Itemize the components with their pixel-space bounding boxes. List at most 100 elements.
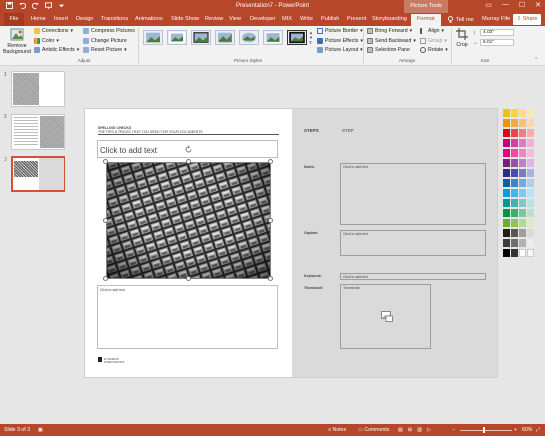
keywords-field[interactable]: Click to add text (340, 273, 486, 280)
picture-style-4[interactable] (215, 30, 235, 45)
group-button[interactable]: Group ▾ (420, 38, 447, 44)
tell-me-box[interactable]: Tell me (447, 16, 474, 23)
close-button[interactable]: ✕ (535, 1, 541, 9)
color-swatch[interactable] (511, 229, 518, 237)
color-swatch[interactable] (503, 199, 510, 207)
resize-handle[interactable] (103, 159, 108, 164)
corrections-button[interactable]: Corrections ▾ (34, 28, 73, 34)
zoom-out-button[interactable]: − (452, 427, 455, 433)
resize-handle[interactable] (186, 159, 191, 164)
body-placeholder[interactable]: Click to add text (97, 285, 278, 349)
color-swatch[interactable] (527, 119, 534, 127)
picture-style-2[interactable] (167, 30, 187, 45)
color-swatch[interactable] (527, 139, 534, 147)
color-swatch[interactable] (519, 119, 526, 127)
color-swatch[interactable] (503, 209, 510, 217)
zoom-in-button[interactable]: + (514, 427, 517, 433)
picture-style-3[interactable] (191, 30, 211, 45)
tab-transitions[interactable]: Transitions (101, 16, 128, 22)
tab-storyboarding[interactable]: Storyboarding (372, 16, 407, 22)
tab-design[interactable]: Design (76, 16, 93, 22)
change-picture-button[interactable]: Change Picture (83, 38, 127, 44)
height-input[interactable]: 4.03" (480, 29, 514, 36)
color-swatch[interactable] (503, 159, 510, 167)
send-backward-button[interactable]: Send Backward ▾ (367, 38, 416, 44)
color-swatch[interactable] (527, 199, 534, 207)
color-swatch[interactable] (527, 209, 534, 217)
color-swatch[interactable] (527, 229, 534, 237)
color-swatch[interactable] (511, 119, 518, 127)
color-swatch[interactable] (511, 129, 518, 137)
color-swatch[interactable] (503, 249, 510, 257)
color-swatch[interactable] (503, 229, 510, 237)
normal-view-icon[interactable]: ▤ (398, 427, 408, 433)
color-swatch[interactable] (503, 139, 510, 147)
color-swatch[interactable] (511, 179, 518, 187)
zoom-slider-thumb[interactable] (483, 427, 485, 433)
minimize-button[interactable]: — (502, 1, 509, 9)
color-swatch[interactable] (503, 149, 510, 157)
resize-handle[interactable] (186, 276, 191, 281)
color-swatch[interactable] (511, 109, 518, 117)
color-swatch[interactable] (519, 149, 526, 157)
picture-style-1[interactable] (143, 30, 163, 45)
spelling-icon[interactable]: ▣ (38, 427, 43, 433)
resize-handle[interactable] (268, 218, 273, 223)
reading-view-icon[interactable]: ▥ (417, 427, 427, 433)
remove-background-button[interactable]: Remove Background (3, 28, 31, 55)
zoom-level[interactable]: 60% (522, 427, 532, 433)
color-swatch[interactable] (527, 249, 534, 257)
bring-forward-button[interactable]: Bring Forward ▾ (367, 28, 412, 34)
thumbnail-field[interactable]: Thumbnail (340, 284, 431, 349)
resize-handle[interactable] (103, 218, 108, 223)
slide-sorter-icon[interactable]: ⊞ (408, 427, 417, 433)
collapse-ribbon-icon[interactable]: ⌃ (534, 57, 538, 63)
tab-file[interactable]: File (4, 13, 24, 26)
color-swatch[interactable] (527, 129, 534, 137)
user-name[interactable]: Murray Fife (482, 16, 510, 22)
tab-publish[interactable]: Publish (321, 16, 339, 22)
compress-pictures-button[interactable]: Compress Pictures (83, 28, 135, 34)
slide-thumbnail-3[interactable] (11, 156, 65, 192)
resize-handle[interactable] (268, 276, 273, 281)
tab-review[interactable]: Review (205, 16, 223, 22)
color-swatch[interactable] (527, 169, 534, 177)
picture-effects-button[interactable]: Picture Effects ▾ (317, 38, 363, 44)
tab-mix[interactable]: MIX (282, 16, 292, 22)
color-swatch[interactable] (511, 219, 518, 227)
color-swatch[interactable] (527, 189, 534, 197)
tab-insert[interactable]: Insert (54, 16, 68, 22)
color-swatch[interactable] (511, 169, 518, 177)
color-swatch[interactable] (503, 169, 510, 177)
tab-slide-show[interactable]: Slide Show (171, 16, 199, 22)
resize-handle[interactable] (103, 276, 108, 281)
share-button[interactable]: ⇪ Share (513, 14, 541, 25)
color-swatch[interactable] (519, 129, 526, 137)
color-button[interactable]: Color ▾ (34, 38, 59, 44)
tab-home[interactable]: Home (31, 16, 46, 22)
picture-style-5[interactable] (239, 30, 259, 45)
reset-picture-button[interactable]: Reset Picture ▾ (83, 47, 127, 53)
crop-button[interactable]: Crop (455, 28, 469, 48)
slide-thumbnail-1[interactable] (11, 71, 65, 107)
notes-field[interactable]: Click to add text (340, 163, 486, 225)
color-swatch[interactable] (527, 159, 534, 167)
color-swatch[interactable] (503, 239, 510, 247)
resize-handle[interactable] (268, 159, 273, 164)
picture-style-7[interactable] (287, 30, 307, 45)
picture-style-6[interactable] (263, 30, 283, 45)
picture-layout-button[interactable]: Picture Layout ▾ (317, 47, 363, 53)
gallery-more-icon[interactable]: ▲ ▼ ⊽ (309, 30, 314, 45)
color-swatch[interactable] (511, 139, 518, 147)
color-swatch[interactable] (511, 189, 518, 197)
artistic-effects-button[interactable]: Artistic Effects ▾ (34, 47, 79, 53)
color-swatch[interactable] (511, 209, 518, 217)
align-button[interactable]: Align ▾ (420, 28, 444, 34)
width-input[interactable]: 6.01" (480, 39, 514, 46)
zoom-slider[interactable] (460, 430, 512, 431)
rotate-handle-icon[interactable] (184, 145, 193, 154)
color-swatch[interactable] (527, 149, 534, 157)
color-swatch[interactable] (511, 199, 518, 207)
color-swatch[interactable] (503, 219, 510, 227)
color-swatch[interactable] (519, 199, 526, 207)
